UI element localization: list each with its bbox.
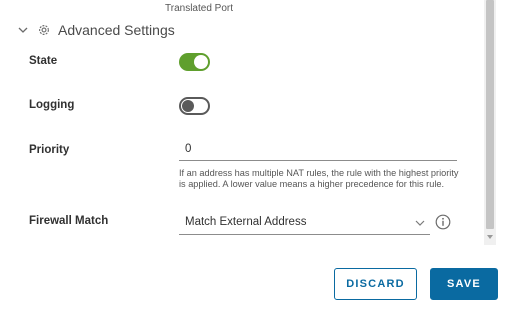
scrollbar-thumb[interactable] xyxy=(486,0,494,229)
toggle-knob xyxy=(194,55,208,69)
logging-label: Logging xyxy=(29,99,75,111)
gear-icon xyxy=(39,25,49,35)
translated-port-caption: Translated Port xyxy=(165,3,233,14)
toggle-knob xyxy=(182,100,194,112)
priority-label: Priority xyxy=(29,144,70,156)
info-icon[interactable] xyxy=(435,214,451,230)
section-title: Advanced Settings xyxy=(58,22,175,38)
discard-button[interactable]: DISCARD xyxy=(334,268,417,300)
priority-value[interactable]: 0 xyxy=(185,143,191,155)
save-button[interactable]: SAVE xyxy=(430,268,498,300)
scroll-down-arrow-icon[interactable] xyxy=(487,234,493,240)
state-label: State xyxy=(29,55,58,67)
state-toggle[interactable] xyxy=(179,53,210,71)
logging-toggle[interactable] xyxy=(179,97,210,115)
priority-help-text: If an address has multiple NAT rules, th… xyxy=(179,168,459,189)
chevron-down-icon xyxy=(18,27,28,33)
chevron-down-icon xyxy=(415,220,425,226)
priority-input[interactable]: 0 xyxy=(179,140,457,161)
firewall-match-select[interactable]: Match External Address xyxy=(179,212,430,235)
advanced-settings-header[interactable]: Advanced Settings xyxy=(17,20,175,40)
firewall-match-value: Match External Address xyxy=(185,216,307,228)
firewall-match-label: Firewall Match xyxy=(29,215,109,227)
